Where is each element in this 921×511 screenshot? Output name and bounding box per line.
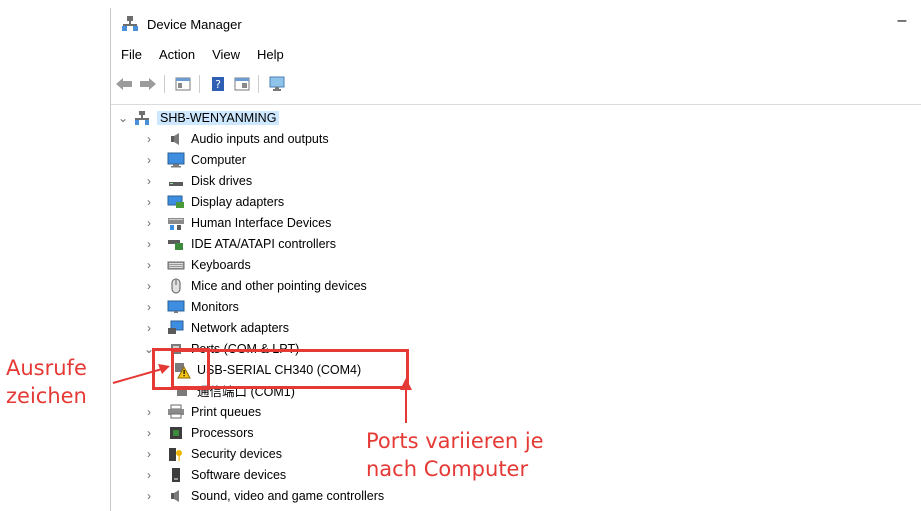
annotation-exclamation-label: Ausrufe zeichen [6,355,87,409]
chevron-right-icon[interactable]: › [143,195,155,209]
chevron-right-icon[interactable]: › [143,174,155,188]
chevron-right-icon[interactable]: › [143,321,155,335]
monitor-icon [167,298,185,316]
annotation-line: Ports variieren je [366,429,544,453]
tree-root-label: SHB-WENYANMING [157,110,280,125]
tree-item-label: Display adapters [191,194,285,209]
tree-item-label: IDE ATA/ATAPI controllers [191,236,336,251]
tree-item-label: Network adapters [191,320,289,335]
tree-item-label: Keyboards [191,257,251,272]
tree-item-label: Sound, video and game controllers [191,488,385,503]
tree-item-network[interactable]: › Network adapters [143,317,289,338]
annotation-line: nach Computer [366,457,529,481]
tree-item-label: Computer [191,152,246,167]
computer-network-icon [133,109,151,127]
chevron-right-icon[interactable]: › [143,132,155,146]
tree-item-disk-drives[interactable]: › Disk drives [143,170,252,191]
annotation-ports-label: Ports variieren je nach Computer [366,428,544,482]
network-adapter-icon [167,319,185,337]
tree-item-sound[interactable]: › Sound, video and game controllers [143,485,384,506]
tree-root[interactable]: ⌄ SHB-WENYANMING [117,107,280,128]
mouse-icon [167,277,185,295]
tree-item-print-queues[interactable]: › Print queues [143,401,261,422]
tree-item-label: Processors [191,425,254,440]
window-title: Device Manager [147,17,242,32]
tree-item-label: Print queues [191,404,262,419]
tree-item-label: Mice and other pointing devices [191,278,367,293]
ide-controller-icon [167,235,185,253]
toolbar-divider [111,104,921,105]
keyboard-icon [167,256,185,274]
printer-icon [167,403,185,421]
properties-icon[interactable] [172,73,194,95]
hid-icon [167,214,185,232]
port-highlight-box [171,349,409,389]
tree-item-keyboards[interactable]: › Keyboards [143,254,251,275]
chevron-right-icon[interactable]: › [143,405,155,419]
security-device-icon [167,445,185,463]
chevron-down-icon[interactable]: ⌄ [117,111,129,125]
tree-item-ide[interactable]: › IDE ATA/ATAPI controllers [143,233,336,254]
menu-bar: File Action View Help [111,42,921,66]
tree-item-hid[interactable]: › Human Interface Devices [143,212,331,233]
chevron-right-icon[interactable]: › [143,426,155,440]
svg-text:?: ? [215,78,221,91]
title-bar: Device Manager – [111,8,921,40]
tree-item-label: Security devices [191,446,283,461]
menu-help[interactable]: Help [250,47,291,62]
toolbar-separator [199,75,200,93]
chevron-right-icon[interactable]: › [143,468,155,482]
back-icon[interactable] [113,73,135,95]
computer-icon [167,151,185,169]
chevron-right-icon[interactable]: › [143,216,155,230]
software-device-icon [167,466,185,484]
chevron-right-icon[interactable]: › [143,237,155,251]
toolbar-separator [164,75,165,93]
processor-icon [167,424,185,442]
device-manager-app-icon [121,15,139,33]
tree-item-audio[interactable]: › Audio inputs and outputs [143,128,329,149]
sound-controller-icon [167,487,185,505]
toolbar-separator [258,75,259,93]
tree-item-processors[interactable]: › Processors [143,422,254,443]
menu-action[interactable]: Action [152,47,202,62]
chevron-right-icon[interactable]: › [143,447,155,461]
chevron-right-icon[interactable]: › [143,258,155,272]
tree-item-monitors[interactable]: › Monitors [143,296,239,317]
minimize-button[interactable]: – [890,12,914,30]
tree-item-label: Monitors [191,299,239,314]
menu-file[interactable]: File [114,47,149,62]
forward-icon[interactable] [137,73,159,95]
chevron-right-icon[interactable]: › [143,279,155,293]
toolbar: ? [111,70,921,98]
tree-item-mice[interactable]: › Mice and other pointing devices [143,275,367,296]
disk-drive-icon [167,172,185,190]
chevron-right-icon[interactable]: › [143,153,155,167]
tree-item-label: Disk drives [191,173,253,188]
help-icon[interactable]: ? [207,73,229,95]
tree-item-security[interactable]: › Security devices [143,443,282,464]
tree-item-label: Human Interface Devices [191,215,332,230]
tree-item-software[interactable]: › Software devices [143,464,286,485]
update-driver-icon[interactable] [231,73,253,95]
scan-hardware-icon[interactable] [266,73,288,95]
chevron-right-icon[interactable]: › [143,489,155,503]
tree-item-label: Audio inputs and outputs [191,131,329,146]
annotation-line: zeichen [6,384,87,408]
tree-item-computer[interactable]: › Computer [143,149,246,170]
chevron-right-icon[interactable]: › [143,300,155,314]
tree-item-label: Software devices [191,467,287,482]
tree-item-display-adapters[interactable]: › Display adapters [143,191,284,212]
display-adapter-icon [167,193,185,211]
speaker-icon [167,130,185,148]
annotation-line: Ausrufe [6,356,87,380]
menu-view[interactable]: View [205,47,247,62]
